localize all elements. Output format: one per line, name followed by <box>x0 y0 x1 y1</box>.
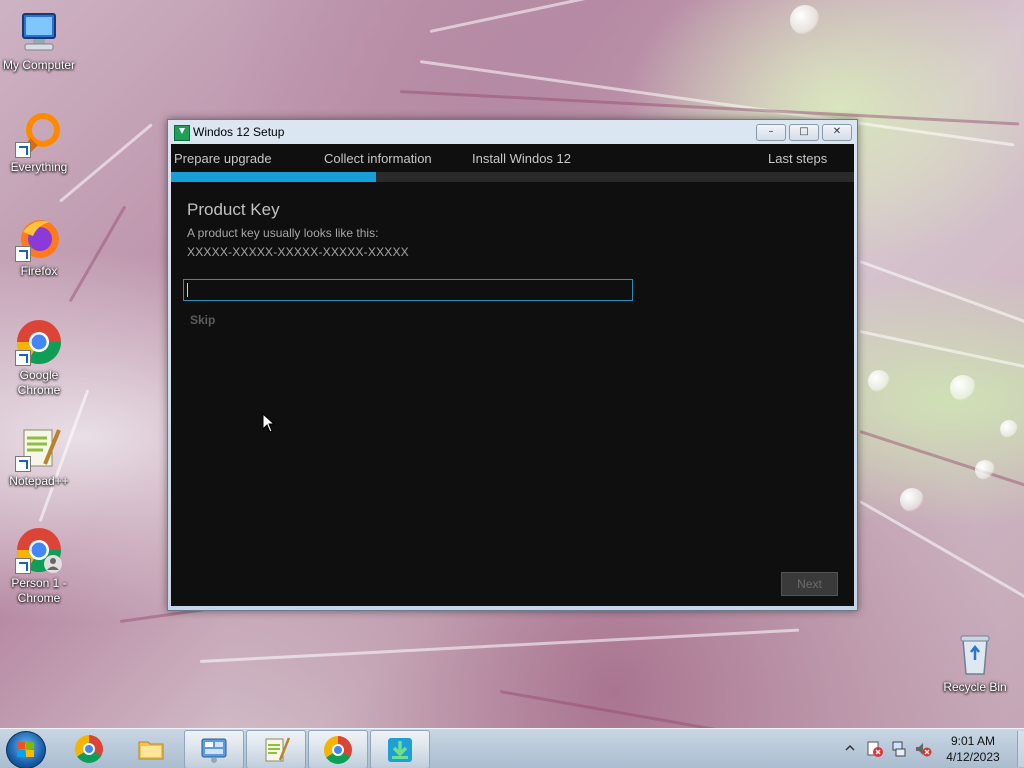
show-desktop-button[interactable] <box>1017 731 1024 767</box>
desktop-icon-person1-chrome[interactable]: Person 1 - Chrome <box>0 526 78 606</box>
product-key-hint: A product key usually looks like this: <box>187 226 379 240</box>
page-title: Product Key <box>187 200 280 219</box>
minimize-icon: – <box>768 126 774 137</box>
action-center-icon[interactable] <box>866 740 884 758</box>
mouse-cursor-icon <box>262 413 276 433</box>
taskbar-chrome-2[interactable] <box>308 730 368 768</box>
setup-steps: Prepare upgrade Collect information Inst… <box>171 144 854 172</box>
desktop-icon-label: Everything <box>10 160 68 174</box>
file-explorer-icon <box>138 741 164 760</box>
desktop-icon-google-chrome[interactable]: Google Chrome <box>0 318 78 398</box>
step-collect-information: Collect information <box>324 151 432 166</box>
desktop-icon-label: Firefox <box>20 264 58 278</box>
setup-content: Prepare upgrade Collect information Inst… <box>171 144 854 606</box>
recycle-bin-icon <box>951 630 999 678</box>
notepadpp-icon <box>15 424 63 472</box>
product-key-description: A product key usually looks like this: X… <box>187 224 409 262</box>
product-key-input[interactable] <box>183 279 633 301</box>
computer-icon <box>15 8 63 56</box>
setup-progress-bar <box>171 172 854 182</box>
taskbar-file-explorer[interactable] <box>122 730 180 767</box>
shortcut-arrow-icon <box>15 246 31 262</box>
chrome-icon <box>75 735 103 763</box>
setup-app-icon <box>174 125 190 141</box>
chrome-profile-icon <box>15 526 63 574</box>
clock-date: 4/12/2023 <box>946 750 1000 764</box>
chrome-icon <box>324 736 352 764</box>
shortcut-arrow-icon <box>15 350 31 366</box>
window-titlebar[interactable]: Windos 12 Setup – □ ✕ <box>168 120 857 144</box>
notepadpp-icon <box>265 737 290 762</box>
restore-icon: □ <box>799 126 809 137</box>
desktop-icon-label: Recycle Bin <box>943 680 1007 694</box>
shortcut-arrow-icon <box>15 558 31 574</box>
desktop-icon-my-computer[interactable]: My Computer <box>0 8 78 73</box>
next-button[interactable]: Next <box>781 572 838 596</box>
desktop-icon-label: My Computer <box>2 58 76 72</box>
clock-time: 9:01 AM <box>950 734 996 748</box>
taskbar-control-panel[interactable] <box>184 730 244 768</box>
taskbar: 9:01 AM 4/12/2023 <box>0 728 1024 768</box>
close-button[interactable]: ✕ <box>822 124 852 141</box>
desktop-icon-everything[interactable]: Everything <box>0 110 78 175</box>
step-prepare-upgrade: Prepare upgrade <box>174 151 272 166</box>
setup-window: Windos 12 Setup – □ ✕ Prepare upgrade Co… <box>167 119 858 611</box>
taskbar-notepadpp[interactable] <box>246 730 306 768</box>
firefox-icon <box>15 214 63 262</box>
desktop-icon-label: Notepad++ <box>9 474 69 488</box>
taskbar-clock[interactable]: 9:01 AM 4/12/2023 <box>930 733 1016 765</box>
everything-icon <box>15 110 63 158</box>
setup-download-icon <box>388 738 412 762</box>
desktop-icon-label: Google Chrome <box>17 368 61 397</box>
step-install: Install Windos 12 <box>472 151 571 166</box>
taskbar-chrome[interactable] <box>60 730 118 767</box>
desktop-icon-firefox[interactable]: Firefox <box>0 214 78 279</box>
close-icon: ✕ <box>832 126 842 137</box>
minimize-button[interactable]: – <box>756 124 786 141</box>
restore-button[interactable]: □ <box>789 124 819 141</box>
start-button[interactable] <box>6 731 46 768</box>
shortcut-arrow-icon <box>15 456 31 472</box>
desktop-icon-recycle-bin[interactable]: Recycle Bin <box>936 630 1014 695</box>
shortcut-arrow-icon <box>15 142 31 158</box>
taskbar-setup[interactable] <box>370 730 430 768</box>
product-key-example: XXXXX-XXXXX-XXXXX-XXXXX-XXXXX <box>187 245 409 259</box>
desktop-icon-notepadpp[interactable]: Notepad++ <box>0 424 78 489</box>
network-icon[interactable] <box>890 740 908 758</box>
show-hidden-icons-chevron[interactable] <box>845 743 855 753</box>
setup-progress-fill <box>171 172 376 182</box>
chrome-icon <box>15 318 63 366</box>
desktop-icon-label: Person 1 - Chrome <box>11 576 67 605</box>
step-last-steps: Last steps <box>768 151 828 166</box>
window-title: Windos 12 Setup <box>193 125 285 139</box>
control-panel-icon <box>201 738 227 763</box>
text-caret <box>187 283 188 297</box>
skip-link[interactable]: Skip <box>190 313 215 327</box>
